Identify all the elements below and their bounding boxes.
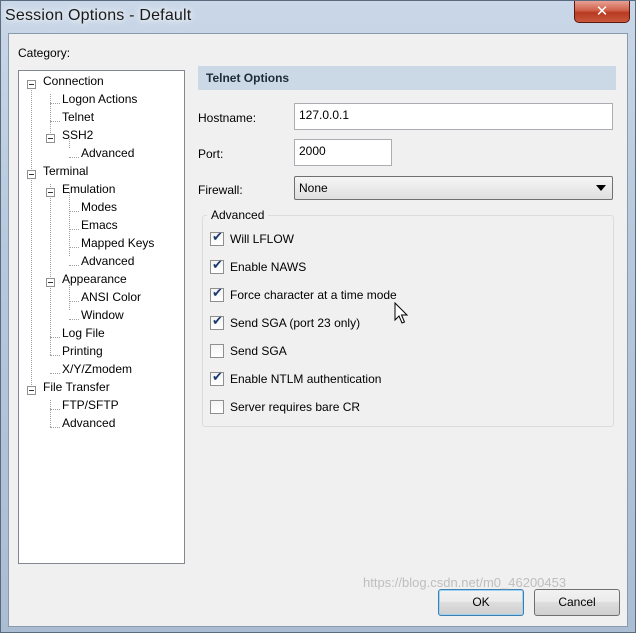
port-input[interactable]: 2000 — [294, 139, 392, 166]
tree-line — [50, 103, 60, 104]
tree-line — [50, 184, 51, 355]
checkbox[interactable] — [210, 314, 224, 330]
tree-line — [50, 427, 60, 428]
option-label: Will LFLOW — [230, 232, 294, 246]
ok-button[interactable]: OK — [438, 589, 524, 616]
checkbox[interactable] — [210, 370, 224, 386]
tree-item-window[interactable]: Window — [81, 306, 124, 324]
tree-line — [50, 373, 60, 374]
tree-line — [69, 301, 79, 302]
collapse-icon[interactable] — [27, 386, 36, 395]
tree-item-ssh2[interactable]: SSH2 — [62, 126, 93, 144]
advanced-group-title: Advanced — [207, 208, 269, 222]
tree-line — [50, 337, 60, 338]
tree-item-emacs[interactable]: Emacs — [81, 216, 118, 234]
checkbox[interactable] — [210, 344, 224, 358]
tree-line — [50, 400, 51, 427]
cancel-button[interactable]: Cancel — [534, 589, 620, 616]
close-icon: ✕ — [595, 2, 609, 20]
option-label: Force character at a time mode — [230, 288, 397, 302]
tree-line — [69, 157, 79, 158]
option-label: Server requires bare CR — [230, 400, 361, 414]
checkbox[interactable] — [210, 286, 224, 302]
firewall-label: Firewall: — [198, 183, 243, 197]
collapse-icon[interactable] — [46, 188, 55, 197]
tree-line — [31, 85, 32, 391]
collapse-icon[interactable] — [46, 134, 55, 143]
session-options-window: Session Options - Default ✕ Category: Co… — [0, 0, 636, 633]
tree-item-file-transfer[interactable]: File Transfer — [43, 378, 110, 396]
firewall-selected-value: None — [299, 181, 328, 195]
tree-line — [50, 121, 60, 122]
hostname-input[interactable]: 127.0.0.1 — [294, 103, 613, 130]
checkbox[interactable] — [210, 230, 224, 246]
tree-item-logon-actions[interactable]: Logon Actions — [62, 90, 137, 108]
tree-line — [50, 94, 51, 139]
tree-item-mapped-keys[interactable]: Mapped Keys — [81, 234, 154, 252]
tree-item-ansi-color[interactable]: ANSI Color — [81, 288, 141, 306]
collapse-icon[interactable] — [27, 80, 36, 89]
option-label: Enable NAWS — [230, 260, 307, 274]
category-tree[interactable]: Connection Logon Actions Telnet SSH2 Adv… — [18, 70, 185, 564]
window-title: Session Options - Default — [5, 7, 192, 24]
tree-item-appearance[interactable]: Appearance — [62, 270, 127, 288]
option-label: Enable NTLM authentication — [230, 372, 382, 386]
tree-item-connection[interactable]: Connection — [43, 72, 104, 90]
tree-line — [69, 265, 79, 266]
firewall-select[interactable]: None — [294, 176, 613, 200]
collapse-icon[interactable] — [46, 278, 55, 287]
tree-item-printing[interactable]: Printing — [62, 342, 103, 360]
dialog-client-area: Category: Connection Logon Actions Telne… — [8, 33, 628, 627]
tree-line — [69, 211, 79, 212]
tree-item-modes[interactable]: Modes — [81, 198, 117, 216]
mouse-pointer-icon — [394, 302, 409, 324]
option-label: Send SGA (port 23 only) — [230, 316, 361, 330]
option-label: Send SGA — [230, 344, 287, 358]
watermark: https://blog.csdn.net/m0_46200453 — [363, 575, 567, 590]
close-button[interactable]: ✕ — [574, 1, 630, 23]
title-bar[interactable]: Session Options - Default ✕ — [1, 1, 635, 33]
tree-line — [69, 247, 79, 248]
tree-item-file-transfer-advanced[interactable]: Advanced — [62, 414, 115, 432]
tree-line — [50, 409, 60, 410]
checkbox[interactable] — [210, 258, 224, 274]
port-label: Port: — [198, 147, 224, 161]
chevron-down-icon — [596, 185, 606, 191]
tree-item-ftp-sftp[interactable]: FTP/SFTP — [62, 396, 119, 414]
tree-item-emulation-advanced[interactable]: Advanced — [81, 252, 134, 270]
tree-item-log-file[interactable]: Log File — [62, 324, 105, 342]
tree-item-xyzmodem[interactable]: X/Y/Zmodem — [62, 360, 132, 378]
hostname-label: Hostname: — [198, 111, 257, 125]
tree-line — [69, 319, 79, 320]
tree-line — [50, 355, 60, 356]
category-label: Category: — [18, 46, 71, 60]
tree-item-ssh2-advanced[interactable]: Advanced — [81, 144, 134, 162]
tree-item-telnet[interactable]: Telnet — [62, 108, 94, 126]
collapse-icon[interactable] — [27, 170, 36, 179]
checkbox[interactable] — [210, 400, 224, 414]
tree-item-terminal[interactable]: Terminal — [43, 162, 88, 180]
panel-header: Telnet Options — [198, 66, 616, 90]
tree-line — [69, 229, 79, 230]
tree-item-emulation[interactable]: Emulation — [62, 180, 115, 198]
